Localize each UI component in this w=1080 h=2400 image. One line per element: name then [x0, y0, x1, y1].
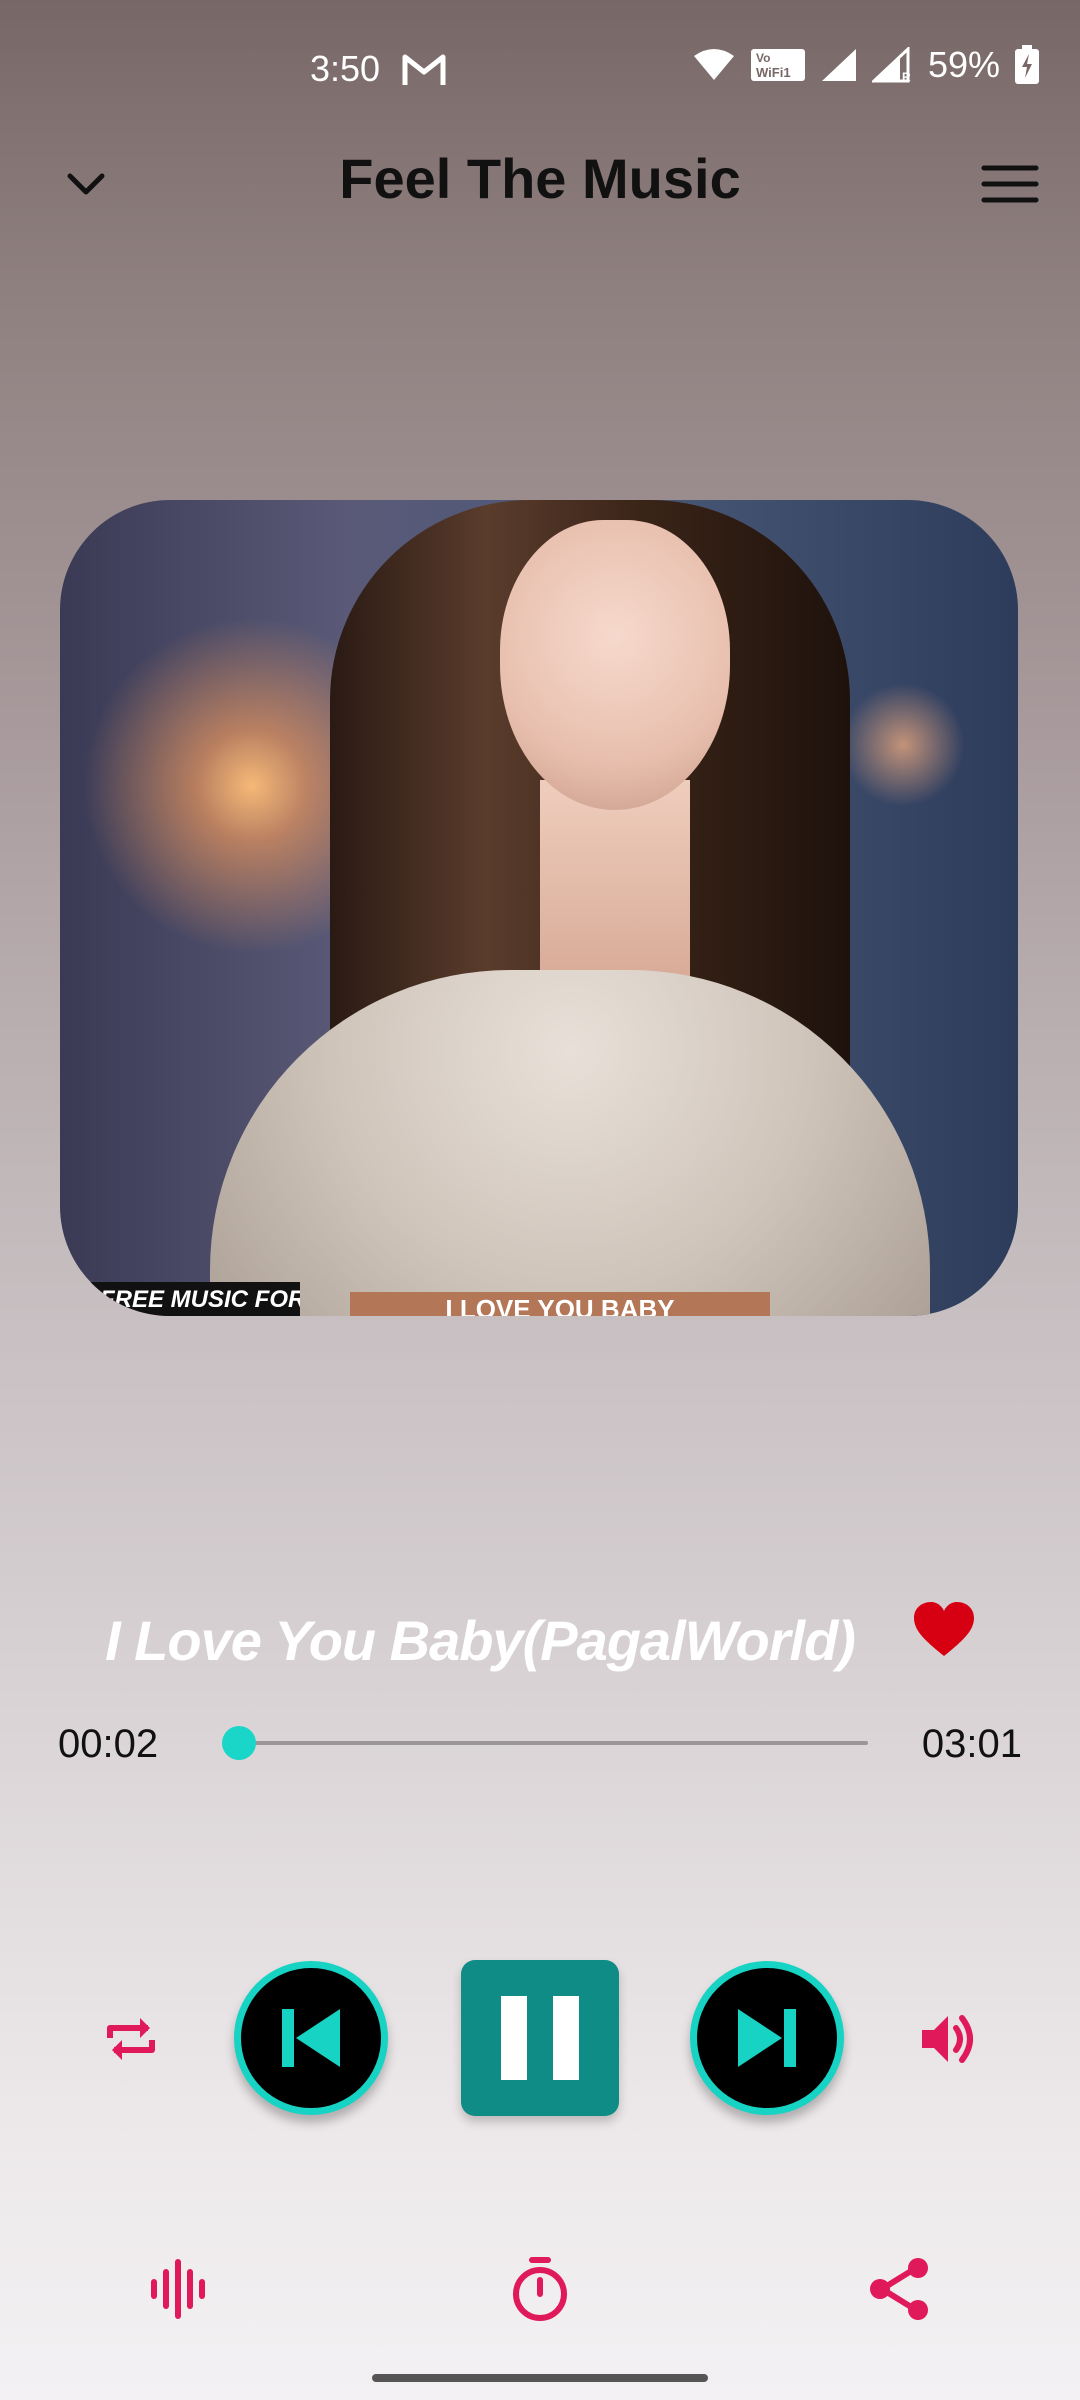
- pause-icon-left-bar: [501, 1996, 527, 2080]
- seek-thumb[interactable]: [221, 1726, 256, 1760]
- share-button[interactable]: [868, 2256, 932, 2322]
- battery-charging-icon: [1015, 45, 1039, 84]
- menu-icon: [981, 165, 1039, 203]
- volume-button[interactable]: [918, 2008, 980, 2070]
- share-icon: [870, 2258, 928, 2320]
- home-indicator[interactable]: [372, 2374, 708, 2382]
- menu-button[interactable]: [980, 158, 1040, 210]
- volume-icon: [922, 2015, 973, 2063]
- timer-icon: [513, 2257, 567, 2321]
- current-time: 00:02: [58, 1722, 159, 1766]
- album-art-label-center: I LOVE YOU BABY: [350, 1292, 770, 1316]
- pause-button[interactable]: [461, 1960, 619, 2116]
- pause-icon-right-bar: [553, 1996, 579, 2080]
- svg-text:WiFi1: WiFi1: [756, 65, 791, 80]
- song-title: I Love You Baby(PagalWorld): [105, 1609, 856, 1672]
- album-art-label-left: FREE MUSIC FOR YOU: [60, 1282, 300, 1316]
- album-art-face: [500, 520, 730, 810]
- album-art: FREE MUSIC FOR YOU I LOVE YOU BABY: [60, 500, 1018, 1316]
- svg-text:Vo: Vo: [756, 51, 770, 65]
- status-time: 3:50: [310, 48, 381, 89]
- page-title: Feel The Music: [339, 147, 741, 210]
- repeat-button[interactable]: [100, 2008, 162, 2070]
- wifi-icon: [693, 49, 734, 80]
- signal-icon: [821, 49, 856, 81]
- previous-button[interactable]: [234, 1961, 388, 2115]
- album-art-neck: [540, 780, 690, 980]
- equalizer-icon: [151, 2259, 205, 2319]
- next-icon: [738, 2009, 796, 2067]
- signal-r-icon: R: [871, 47, 911, 83]
- previous-icon: [282, 2009, 340, 2067]
- gmail-icon: [402, 54, 446, 85]
- sleep-timer-button[interactable]: [508, 2256, 572, 2322]
- battery-percentage: 59%: [927, 44, 1000, 85]
- status-icons: Vo WiFi1 R 59%: [692, 44, 1040, 86]
- seek-bar[interactable]: [232, 1741, 868, 1745]
- total-time: 03:01: [921, 1722, 1022, 1766]
- equalizer-button[interactable]: [148, 2258, 210, 2320]
- repeat-icon: [107, 2018, 155, 2060]
- heart-icon: [914, 1602, 974, 1656]
- next-button[interactable]: [690, 1961, 844, 2115]
- favorite-button[interactable]: [912, 1600, 976, 1660]
- vowifi-icon: Vo WiFi1: [750, 49, 805, 81]
- svg-text:R: R: [902, 70, 911, 83]
